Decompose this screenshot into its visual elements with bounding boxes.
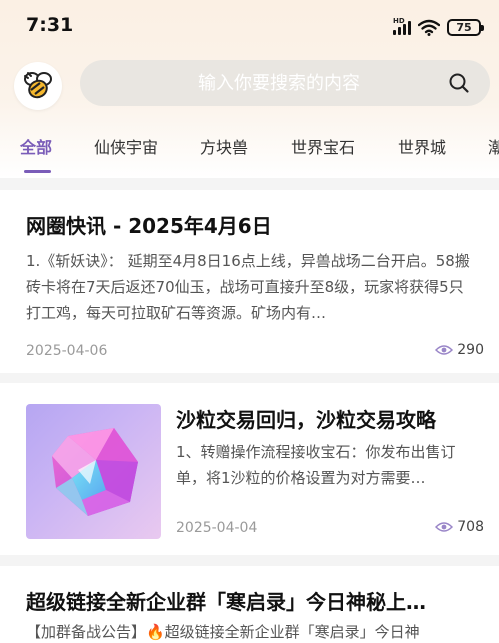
tab-xianxia-universe[interactable]: 仙侠宇宙	[94, 134, 158, 158]
search-bar[interactable]	[80, 60, 490, 106]
article-card[interactable]: 超级链接全新企业群「寒启录」今日神秘上… 【加群备战公告】🔥超级链接全新企业群「…	[0, 566, 499, 643]
article-summary: 1、转赠操作流程接收宝石：你发布出售订单，将1沙粒的价格设置为对方需要…	[176, 443, 456, 487]
tab-world-gem[interactable]: 世界宝石	[291, 134, 355, 158]
article-summary: 1.《斩妖诀》： 延期至4月8日16点上线，异兽战场二台开启。58搬砖卡将在7天…	[26, 252, 470, 322]
search-input[interactable]	[80, 72, 448, 94]
bee-icon	[21, 69, 55, 103]
tab-all[interactable]: 全部	[20, 134, 52, 158]
wifi-icon	[418, 19, 440, 36]
battery-level: 75	[456, 20, 472, 34]
eye-icon	[435, 344, 454, 356]
tab-world-city[interactable]: 世界城	[398, 134, 446, 158]
view-count: 290	[457, 342, 484, 358]
network-label: HD	[393, 17, 405, 25]
article-title[interactable]: 沙粒交易回归，沙粒交易攻略	[176, 404, 476, 433]
tab-block-beast[interactable]: 方块兽	[200, 134, 248, 158]
article-date: 2025-04-04	[176, 520, 258, 536]
article-date: 2025-04-06	[26, 343, 108, 359]
status-icons: HD 75	[393, 17, 484, 37]
article-title[interactable]: 网圈快讯 - 2025年4月6日	[26, 210, 476, 239]
article-views: 708	[435, 519, 484, 535]
battery-indicator: 75	[447, 18, 484, 36]
eye-icon	[435, 521, 454, 533]
article-title[interactable]: 超级链接全新企业群「寒启录」今日神秘上…	[26, 586, 478, 615]
article-card[interactable]: 网圈快讯 - 2025年4月6日 1.《斩妖诀》： 延期至4月8日16点上线，异…	[0, 190, 499, 373]
article-views: 290	[435, 342, 484, 358]
gem-crystal-image	[52, 428, 138, 516]
article-thumbnail[interactable]	[26, 404, 161, 539]
article-card[interactable]: 沙粒交易回归，沙粒交易攻略 1、转赠操作流程接收宝石：你发布出售订单，将1沙粒的…	[0, 383, 499, 555]
article-summary: 【加群备战公告】🔥超级链接全新企业群「寒启录」今日神	[26, 623, 420, 641]
app-logo[interactable]	[14, 62, 62, 110]
status-time: 7:31	[26, 14, 74, 36]
view-count: 708	[457, 519, 484, 535]
tab-partial[interactable]: 潮	[488, 134, 499, 158]
cellular-signal-icon: HD	[393, 17, 411, 35]
search-icon[interactable]	[448, 72, 470, 94]
active-tab-indicator	[24, 170, 51, 173]
category-tabs: 全部 仙侠宇宙 方块兽 世界宝石 世界城 潮	[0, 128, 499, 178]
